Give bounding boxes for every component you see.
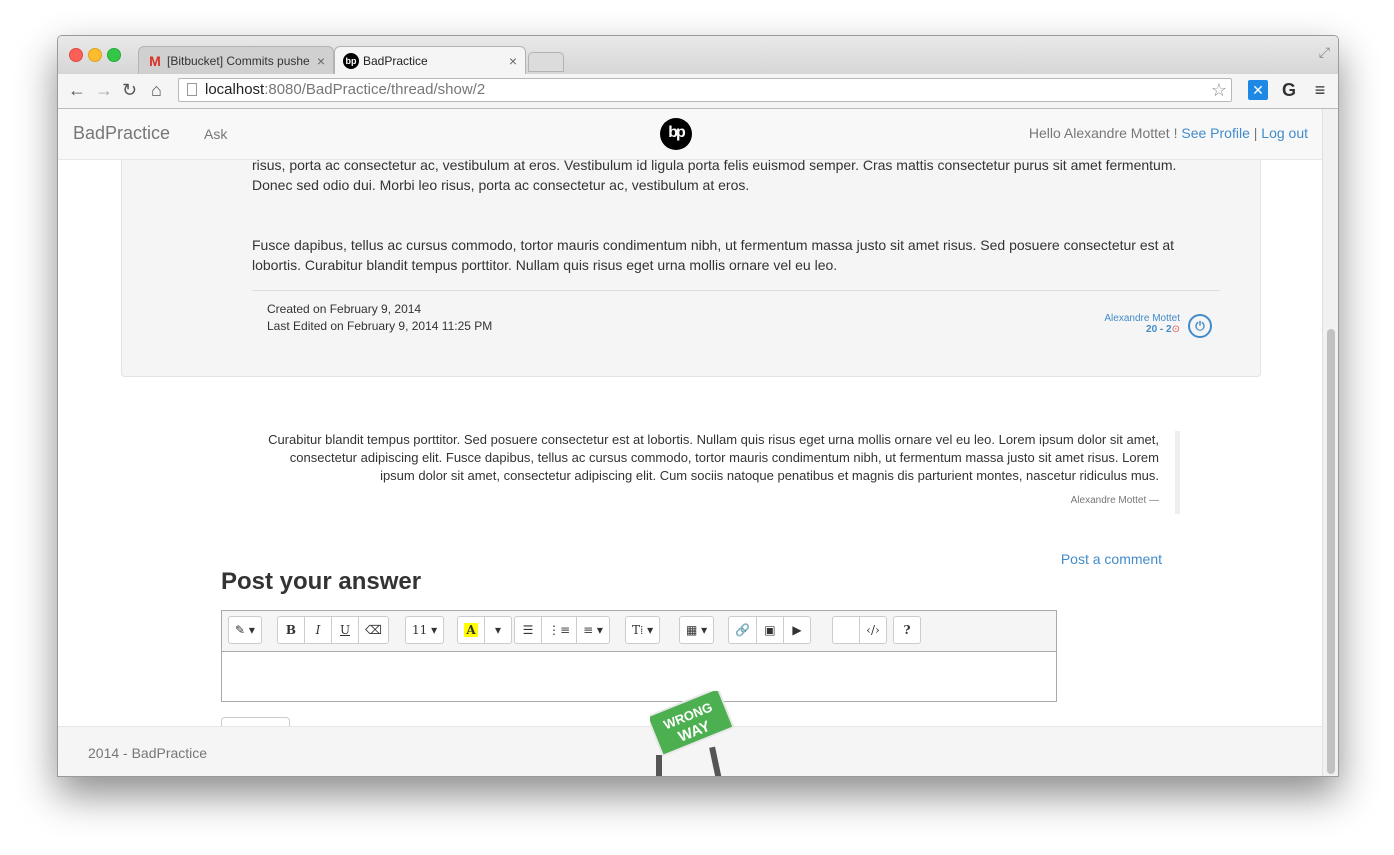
close-tab-icon[interactable]: × bbox=[317, 47, 325, 74]
post-text-line: Donec sed odio dui. Morbi leo risus, por… bbox=[252, 177, 750, 193]
google-extension-icon[interactable]: G bbox=[1279, 80, 1299, 100]
fullscreen-editor-icon[interactable] bbox=[832, 616, 860, 644]
menu-icon[interactable]: ≡ bbox=[1310, 80, 1330, 100]
link-icon[interactable]: 🔗 bbox=[728, 616, 757, 644]
font-size-dropdown[interactable]: 11 ▾ bbox=[405, 616, 445, 644]
comment-blockquote: Curabitur blandit tempus porttitor. Sed … bbox=[223, 431, 1180, 514]
image-icon[interactable]: ▣ bbox=[755, 616, 784, 644]
reputation-icon: ⊙ bbox=[1171, 324, 1180, 335]
tab-badpractice[interactable]: bp BadPractice × bbox=[334, 46, 526, 74]
separator: | bbox=[1253, 125, 1258, 141]
user-menu: Hello Alexandre Mottet ! See Profile | L… bbox=[1029, 125, 1308, 141]
power-icon[interactable]: ⏻ bbox=[1188, 314, 1212, 338]
post-text-line: Fusce dapibus, tellus ac cursus commodo,… bbox=[252, 237, 1175, 253]
edited-date: Last Edited on February 9, 2014 11:25 PM bbox=[267, 319, 493, 333]
close-window-button[interactable] bbox=[69, 48, 83, 62]
comment-text-line: consectetur adipiscing elit. Fusce dapib… bbox=[289, 450, 1159, 465]
browser-toolbar: ← → ↻ ⌂ localhost:8080/BadPractice/threa… bbox=[58, 74, 1338, 109]
post-text-line: lobortis. Curabitur blandit tempus portt… bbox=[252, 257, 838, 273]
bookmark-star-icon[interactable]: ☆ bbox=[1211, 79, 1227, 101]
line-height-icon[interactable]: T⁞ ▾ bbox=[625, 616, 661, 644]
close-tab-icon[interactable]: × bbox=[509, 47, 517, 74]
editor-content-area[interactable] bbox=[222, 652, 1056, 701]
fullscreen-icon[interactable]: ⤢ bbox=[1319, 44, 1330, 61]
post-paragraph-2: Fusce dapibus, tellus ac cursus commodo,… bbox=[252, 235, 1212, 275]
tab-label: [Bitbucket] Commits pushe bbox=[167, 54, 310, 68]
code-view-icon[interactable]: ‹/› bbox=[859, 616, 887, 644]
brand-link[interactable]: BadPractice bbox=[73, 123, 170, 144]
page-viewport: BadPractice Ask bp Hello Alexandre Motte… bbox=[58, 109, 1322, 776]
greeting: Hello Alexandre Mottet ! bbox=[1028, 125, 1178, 141]
numbered-list-icon[interactable]: ⋮≡ bbox=[541, 616, 578, 644]
color-dropdown-icon[interactable]: ▾ bbox=[484, 616, 512, 644]
badpractice-favicon-icon: bp bbox=[343, 53, 359, 69]
vertical-scrollbar[interactable] bbox=[1322, 109, 1338, 776]
author-link[interactable]: Alexandre Mottet bbox=[1070, 313, 1180, 324]
back-icon[interactable]: ← bbox=[68, 79, 86, 101]
wrong-way-sign-image: WRONG WAY bbox=[650, 691, 735, 776]
home-icon[interactable]: ⌂ bbox=[151, 79, 162, 101]
comment-text-line: Curabitur blandit tempus porttitor. Sed … bbox=[268, 432, 1159, 447]
eraser-icon[interactable]: ⌫ bbox=[358, 616, 389, 644]
created-date: Created on February 9, 2014 bbox=[267, 302, 422, 316]
page-icon bbox=[187, 83, 197, 96]
author-block: Alexandre Mottet 20 - 2⊙ bbox=[1070, 313, 1180, 335]
underline-button[interactable]: U bbox=[331, 616, 359, 644]
editor-toolbar: ✎ ▾ B I U ⌫ 11 ▾ A ▾ ☰ ⋮≡ ≡ ▾ T⁞ ▾ ▦ ▾ 🔗… bbox=[222, 611, 1056, 652]
bullet-list-icon[interactable]: ☰ bbox=[514, 616, 542, 644]
font-size-value: 11 bbox=[412, 623, 428, 637]
logout-link[interactable]: Log out bbox=[1261, 125, 1308, 141]
url-host: localhost bbox=[205, 81, 265, 98]
author-score: 20 - 2 bbox=[1146, 324, 1172, 335]
style-magic-wand-icon[interactable]: ✎ ▾ bbox=[228, 616, 262, 644]
comment-text-line: ipsum dolor sit amet, consectetur adipis… bbox=[380, 468, 1159, 483]
minimize-window-button[interactable] bbox=[88, 48, 102, 62]
tab-strip: M [Bitbucket] Commits pushe × bp BadPrac… bbox=[58, 36, 1338, 74]
help-icon[interactable]: ? bbox=[893, 616, 921, 644]
video-icon[interactable]: ▶ bbox=[782, 616, 811, 644]
gmail-icon: M bbox=[149, 53, 161, 69]
post-paragraph-1: risus, porta ac consectetur ac, vestibul… bbox=[252, 155, 1212, 195]
ask-link[interactable]: Ask bbox=[204, 126, 227, 142]
comment-author: Alexandre Mottet — bbox=[1070, 495, 1159, 506]
new-tab-button[interactable] bbox=[528, 52, 564, 72]
browser-window: M [Bitbucket] Commits pushe × bp BadPrac… bbox=[57, 35, 1339, 777]
site-navbar: BadPractice Ask bp Hello Alexandre Motte… bbox=[58, 109, 1322, 160]
align-icon[interactable]: ≡ ▾ bbox=[576, 616, 610, 644]
bold-button[interactable]: B bbox=[277, 616, 305, 644]
text-color-icon[interactable]: A bbox=[457, 616, 485, 644]
forward-icon[interactable]: → bbox=[95, 79, 113, 101]
site-logo[interactable]: bp bbox=[660, 118, 692, 150]
footer-text: 2014 - BadPractice bbox=[88, 745, 208, 761]
tab-label: BadPractice bbox=[363, 54, 428, 68]
divider bbox=[252, 290, 1220, 291]
zoom-window-button[interactable] bbox=[107, 48, 121, 62]
reload-icon[interactable]: ↻ bbox=[122, 79, 137, 101]
post-comment-link[interactable]: Post a comment bbox=[1061, 551, 1162, 567]
scrollbar-thumb[interactable] bbox=[1327, 329, 1335, 774]
rich-text-editor: ✎ ▾ B I U ⌫ 11 ▾ A ▾ ☰ ⋮≡ ≡ ▾ T⁞ ▾ ▦ ▾ 🔗… bbox=[221, 610, 1057, 702]
extension-icon[interactable]: ✕ bbox=[1248, 80, 1268, 100]
see-profile-link[interactable]: See Profile bbox=[1181, 125, 1249, 141]
table-icon[interactable]: ▦ ▾ bbox=[679, 616, 715, 644]
italic-button[interactable]: I bbox=[304, 616, 332, 644]
answer-heading: Post your answer bbox=[221, 568, 422, 595]
address-bar[interactable]: localhost:8080/BadPractice/thread/show/2… bbox=[178, 78, 1232, 102]
url-path: :8080/BadPractice/thread/show/2 bbox=[264, 81, 486, 98]
tab-bitbucket[interactable]: M [Bitbucket] Commits pushe × bbox=[138, 46, 334, 74]
